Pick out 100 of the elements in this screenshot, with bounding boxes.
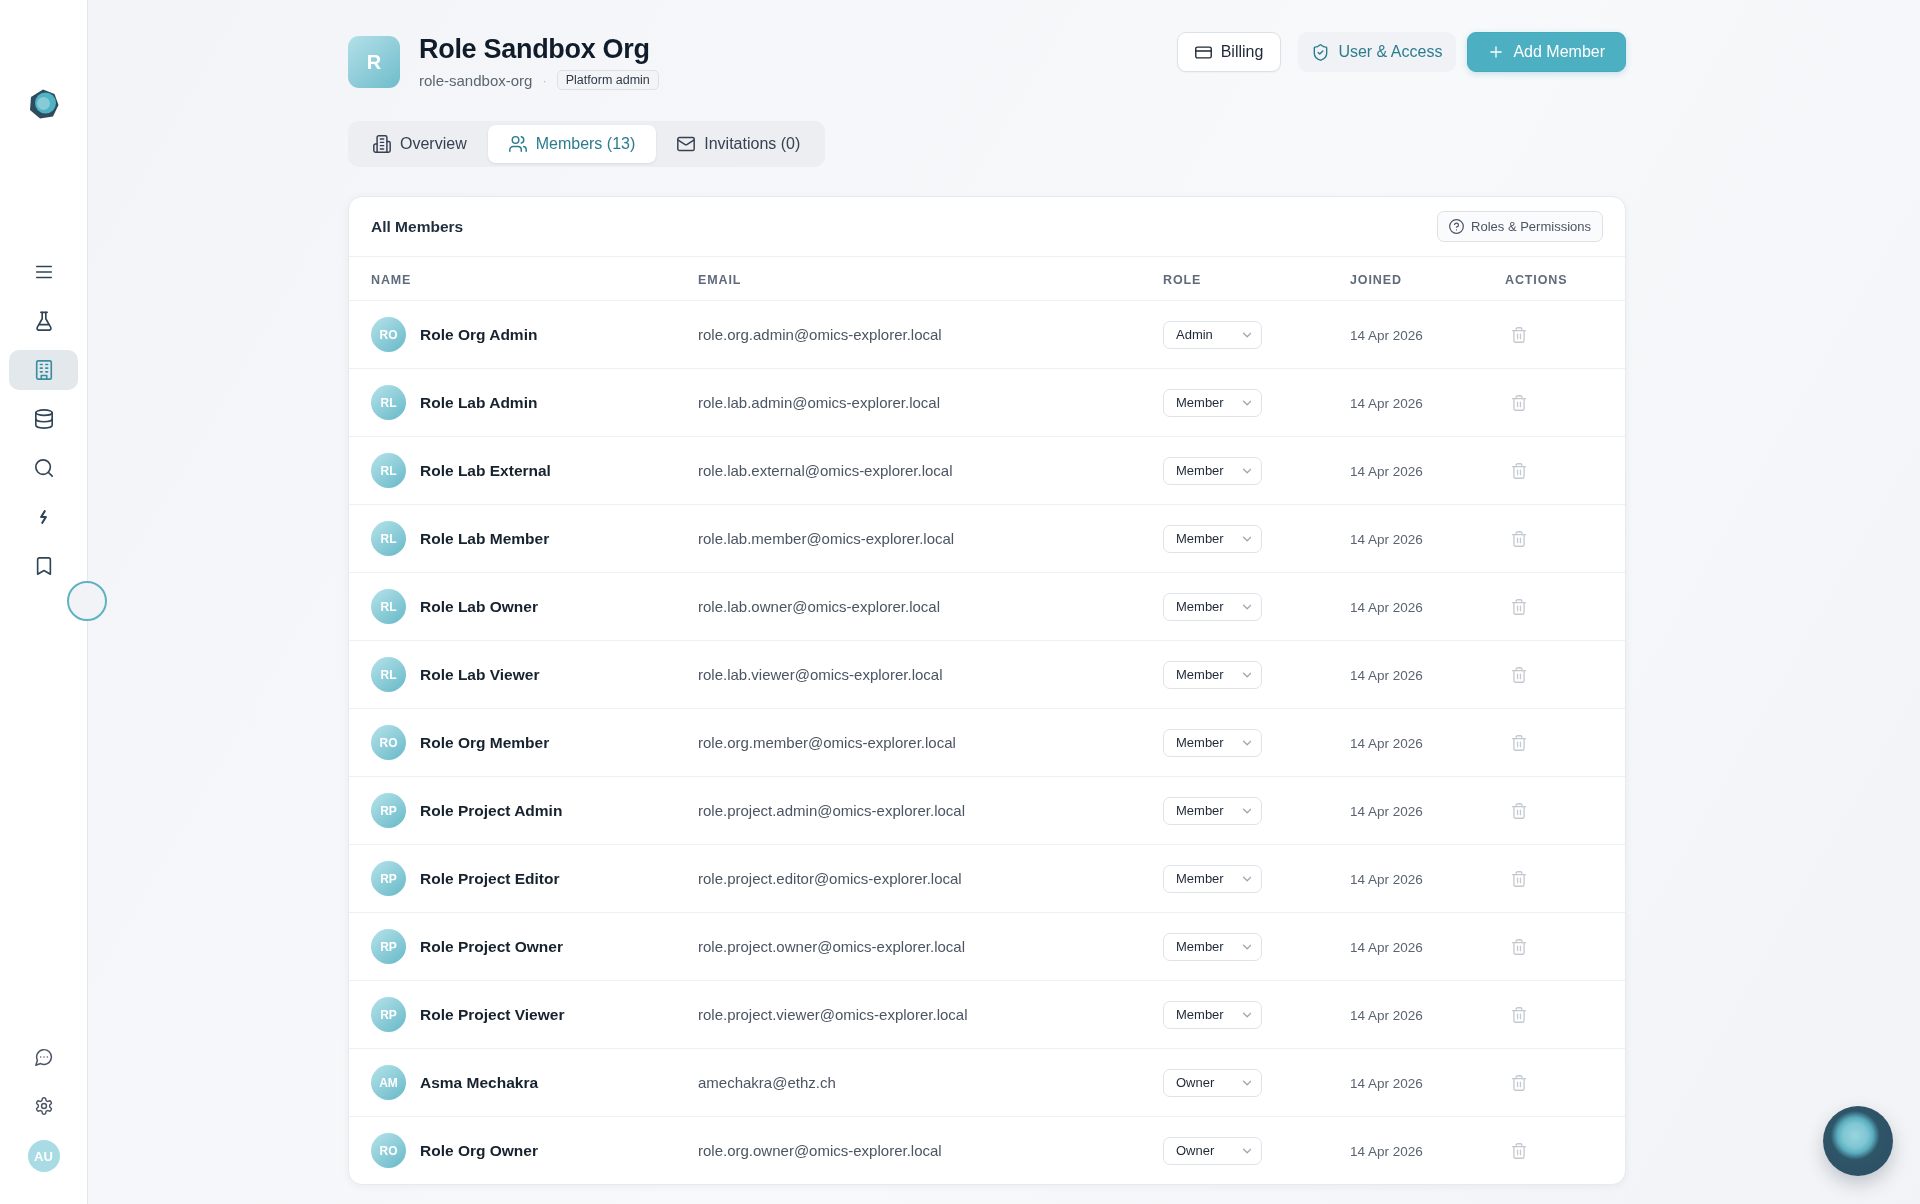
member-name: Role Lab Owner <box>420 597 538 616</box>
member-avatar: RO <box>371 725 406 760</box>
mail-icon <box>677 135 696 153</box>
column-header: ROLE <box>1163 272 1202 287</box>
member-name: Role Lab Member <box>420 529 550 548</box>
logo-icon <box>28 89 59 119</box>
role-select[interactable]: Owner <box>1163 1068 1262 1097</box>
zigzag-icon <box>40 510 47 524</box>
access-button[interactable]: User & Access <box>1298 32 1457 72</box>
role-select[interactable]: Member <box>1163 796 1262 825</box>
chevron-down-icon <box>1242 875 1251 882</box>
joined-date: 14 Apr 2026 <box>1350 667 1423 683</box>
trash-icon[interactable] <box>1511 1006 1527 1023</box>
settings-icon[interactable] <box>34 1097 53 1115</box>
column-header: ACTIONS <box>1505 272 1568 287</box>
search-icon <box>33 458 54 478</box>
member-email: role.lab.member@omics-explorer.local <box>698 529 955 547</box>
role-select[interactable]: Member <box>1163 592 1262 621</box>
trash-icon[interactable] <box>1511 530 1527 547</box>
member-name: Role Project Admin <box>420 801 563 820</box>
chevron-down-icon <box>1242 807 1251 814</box>
joined-date: 14 Apr 2026 <box>1350 871 1423 887</box>
member-email: role.project.admin@omics-explorer.local <box>698 801 965 819</box>
credit-card-icon <box>1194 43 1212 61</box>
member-avatar: RL <box>371 657 406 692</box>
member-name: Role Project Viewer <box>420 1005 565 1024</box>
building-icon <box>373 135 391 153</box>
member-avatar: RO <box>371 317 406 352</box>
joined-date: 14 Apr 2026 <box>1350 599 1423 615</box>
card-title: All Members <box>371 217 464 236</box>
joined-date: 14 Apr 2026 <box>1350 327 1423 343</box>
org-slug: role-sandbox-org <box>419 71 533 89</box>
trash-icon[interactable] <box>1511 734 1527 751</box>
joined-date: 14 Apr 2026 <box>1350 1143 1423 1159</box>
role-select[interactable]: Member <box>1163 864 1262 893</box>
member-email: role.project.viewer@omics-explorer.local <box>698 1005 968 1023</box>
role-select[interactable]: Member <box>1163 1000 1262 1029</box>
member-name: Role Project Owner <box>420 937 563 956</box>
tab[interactable]: Invitations (0) <box>656 125 822 163</box>
trash-icon[interactable] <box>1511 802 1527 819</box>
role-select[interactable]: Admin <box>1163 320 1262 349</box>
joined-date: 14 Apr 2026 <box>1350 803 1423 819</box>
users-icon <box>508 135 527 153</box>
role-select[interactable]: Member <box>1163 456 1262 485</box>
member-email: role.lab.owner@omics-explorer.local <box>698 597 940 615</box>
trash-icon[interactable] <box>1511 1142 1527 1159</box>
role-select[interactable]: Owner <box>1163 1136 1262 1165</box>
database-icon <box>33 409 54 429</box>
chevron-down-icon <box>1242 1147 1251 1154</box>
toggle-handle[interactable] <box>67 581 107 621</box>
role-select[interactable]: Member <box>1163 524 1262 553</box>
joined-date: 14 Apr 2026 <box>1350 531 1423 547</box>
member-avatar: RP <box>371 929 406 964</box>
separator-dot: · <box>542 72 547 88</box>
trash-icon[interactable] <box>1511 394 1527 411</box>
trash-icon[interactable] <box>1511 938 1527 955</box>
member-avatar: RL <box>371 589 406 624</box>
role-select[interactable]: Member <box>1163 728 1262 757</box>
member-avatar: RL <box>371 521 406 556</box>
member-avatar: RP <box>371 861 406 896</box>
trash-icon[interactable] <box>1511 666 1527 683</box>
role-select[interactable]: Member <box>1163 932 1262 961</box>
member-name: Role Org Owner <box>420 1141 538 1160</box>
roles-permissions-button[interactable]: Roles & Permissions <box>1437 211 1603 242</box>
chevron-down-icon <box>1242 1079 1251 1086</box>
member-email: role.lab.admin@omics-explorer.local <box>698 393 940 411</box>
column-header: JOINED <box>1350 272 1402 287</box>
member-email: role.project.editor@omics-explorer.local <box>698 869 962 887</box>
billing-button[interactable]: Billing <box>1176 32 1282 72</box>
trash-icon[interactable] <box>1511 462 1527 479</box>
chevron-down-icon <box>1242 399 1251 406</box>
member-name: Role Lab Viewer <box>420 665 540 684</box>
member-avatar: RL <box>371 385 406 420</box>
trash-icon[interactable] <box>1511 1074 1527 1091</box>
column-header: NAME <box>371 272 412 287</box>
member-email: role.org.member@omics-explorer.local <box>698 733 956 751</box>
member-avatar: RP <box>371 793 406 828</box>
trash-icon[interactable] <box>1511 870 1527 887</box>
column-header: EMAIL <box>698 272 742 287</box>
joined-date: 14 Apr 2026 <box>1350 395 1423 411</box>
member-name: Role Lab External <box>420 461 551 480</box>
tab[interactable]: Overview <box>352 125 488 163</box>
joined-date: 14 Apr 2026 <box>1350 939 1423 955</box>
member-email: role.org.owner@omics-explorer.local <box>698 1141 942 1159</box>
member-email: role.lab.viewer@omics-explorer.local <box>698 665 943 683</box>
building-icon <box>33 360 54 380</box>
role-select[interactable]: Member <box>1163 388 1262 417</box>
trash-icon[interactable] <box>1511 326 1527 343</box>
org-title: Role Sandbox Org <box>419 33 651 65</box>
role-select[interactable]: Member <box>1163 660 1262 689</box>
chevron-down-icon <box>1242 603 1251 610</box>
member-email: amechakra@ethz.ch <box>698 1073 836 1091</box>
tab[interactable]: Members (13) <box>487 125 657 163</box>
chevron-down-icon <box>1242 331 1251 338</box>
chevron-down-icon <box>1242 943 1251 950</box>
trash-icon[interactable] <box>1511 598 1527 615</box>
chevron-down-icon <box>1242 739 1251 746</box>
chat-bubble-icon[interactable] <box>34 1048 53 1066</box>
joined-date: 14 Apr 2026 <box>1350 1075 1423 1091</box>
chevron-down-icon <box>1242 467 1251 474</box>
